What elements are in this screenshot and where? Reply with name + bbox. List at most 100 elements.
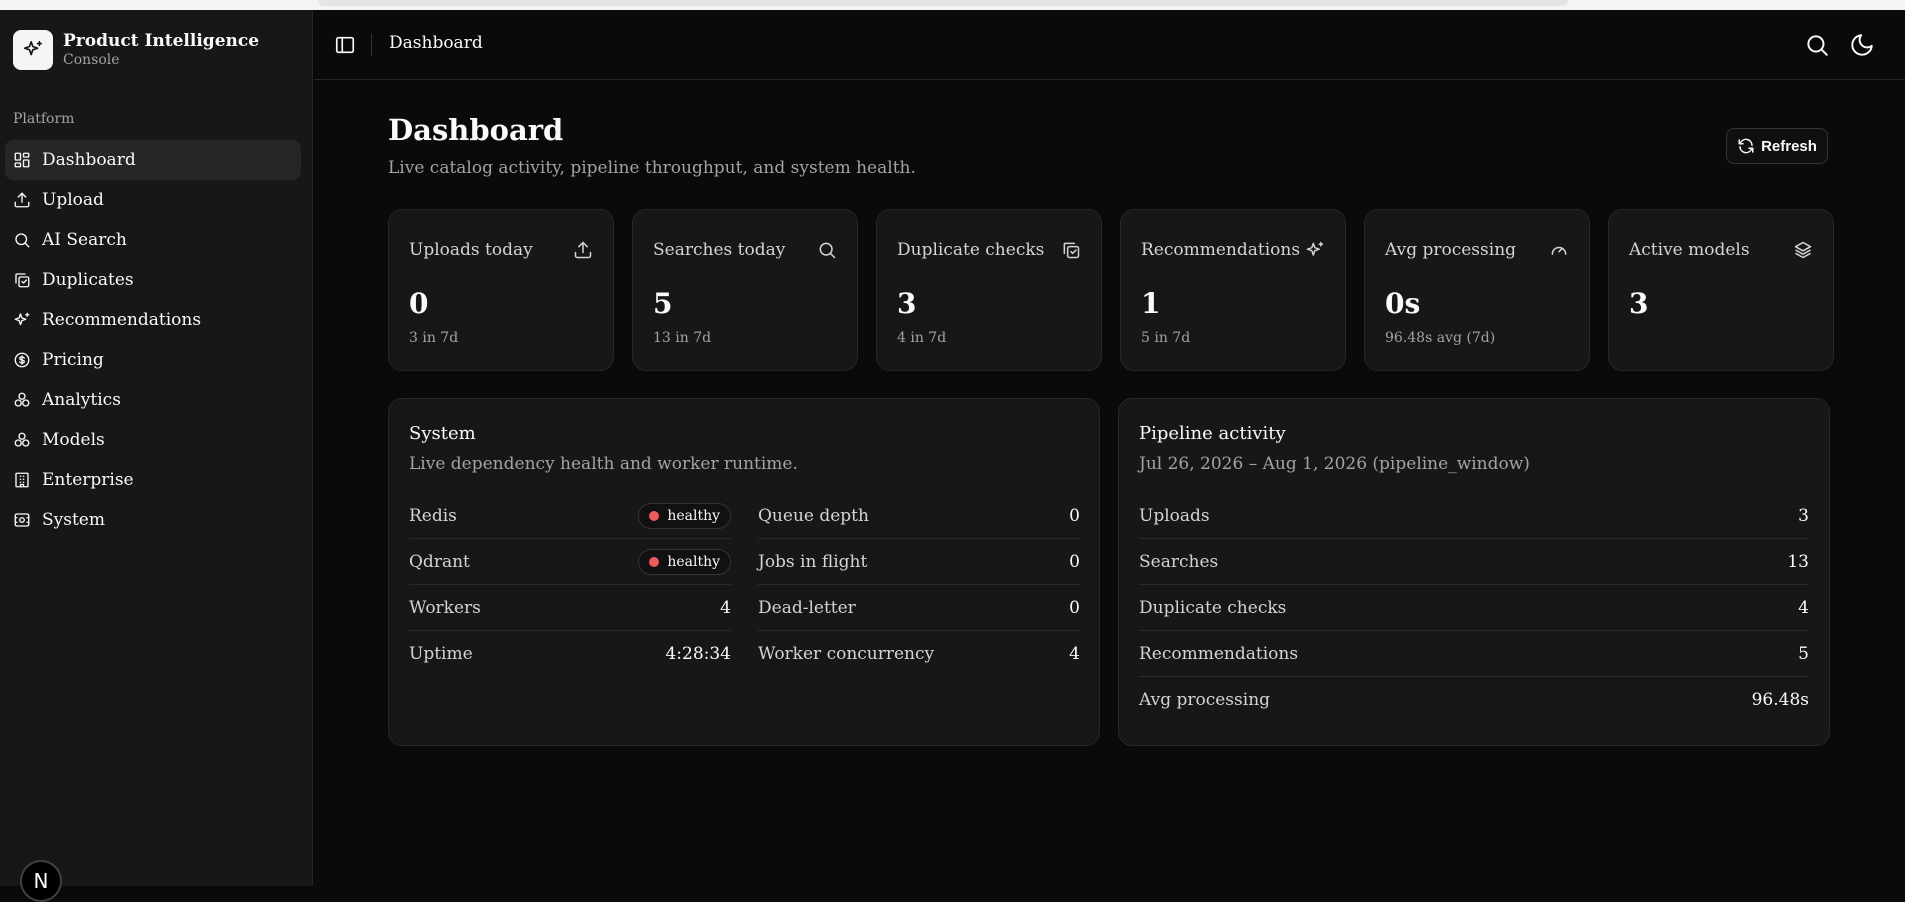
stat-label: Recommendations [1141,240,1301,260]
page-title: Dashboard [388,113,564,147]
sparkles-icon [1306,241,1324,256]
kv-row-jobs-in-flight: Jobs in flight 0 [758,539,1080,585]
sidebar-item-upload[interactable]: Upload [5,180,301,220]
stat-label: Active models [1629,240,1750,260]
sidebar-item-recommendations[interactable]: Recommendations [5,300,301,340]
system-health-list: Redis healthy Qdrant healthy Workers 4 U… [409,493,731,677]
building-icon [15,472,29,488]
kv-row-recommendations: Recommendations 5 [1139,631,1809,677]
sidebar-item-label: AI Search [42,230,127,250]
dev-indicator-badge[interactable]: N [20,860,62,902]
sidebar-section-label: Platform [13,111,75,127]
app-title: Product Intelligence [63,31,260,51]
search-icon [15,233,30,248]
panel-title: System [409,423,476,444]
sidebar-item-label: Recommendations [42,310,202,330]
kv-value: 0 [1069,551,1080,572]
duplicates-icon [1063,242,1080,259]
models-icon [14,432,30,447]
stats-row: Uploads today 0 3 in 7d Searches today 5… [388,209,1834,371]
kv-value: 13 [1787,551,1809,572]
stat-value: 0 [409,287,429,320]
analytics-icon [14,392,30,407]
search-icon[interactable] [1804,32,1830,58]
stat-value: 3 [1629,287,1649,320]
stat-sub: 5 in 7d [1141,330,1191,346]
status-dot [649,556,660,567]
pipeline-activity-panel: Pipeline activity Jul 26, 2026 – Aug 1, … [1118,398,1830,746]
kv-key: Qdrant [409,551,470,572]
sidebar-nav: Dashboard Upload AI Search Duplicates Re… [5,140,301,540]
sidebar-item-dashboard[interactable]: Dashboard [5,140,301,180]
sidebar-item-pricing[interactable]: Pricing [5,340,301,380]
kv-key: Redis [409,505,457,526]
breadcrumb: Dashboard [389,33,483,53]
status-text: healthy [667,553,720,570]
sparkles-icon [14,312,30,326]
sidebar-toggle-icon[interactable] [334,34,356,56]
status-badge: healthy [638,502,731,529]
kv-row-avg-processing: Avg processing 96.48s [1139,677,1809,723]
top-header: Dashboard [314,10,1905,80]
theme-toggle-moon-icon[interactable] [1849,32,1875,58]
kv-value: 0 [1069,597,1080,618]
kv-key: Recommendations [1139,643,1299,664]
sidebar-item-system[interactable]: System [5,500,301,540]
search-icon [819,242,836,259]
stat-label: Searches today [653,240,786,260]
page-subtitle: Live catalog activity, pipeline throughp… [388,158,916,178]
stat-sub: 3 in 7d [409,330,459,346]
kv-value: 4:28:34 [665,644,731,664]
app-subtitle: Console [63,52,120,68]
sidebar-item-enterprise[interactable]: Enterprise [5,460,301,500]
stat-sub: 96.48s avg (7d) [1385,330,1496,346]
stat-value: 5 [653,287,673,320]
sidebar-item-label: Dashboard [42,150,136,170]
sidebar-item-duplicates[interactable]: Duplicates [5,260,301,300]
status-text: healthy [667,507,720,524]
stat-card-active-models: Active models 3 [1608,209,1834,371]
refresh-icon [1738,138,1754,154]
stat-label: Avg processing [1385,240,1517,260]
stat-value: 1 [1141,287,1161,320]
browser-tab-bar [318,0,1568,6]
sidebar-item-label: Duplicates [42,270,134,290]
kv-key: Avg processing [1139,690,1271,710]
kv-row-searches: Searches 13 [1139,539,1809,585]
dollar-icon [14,352,30,368]
kv-key: Dead-letter [758,597,856,618]
kv-key: Searches [1139,551,1219,572]
stat-card-duplicate-checks: Duplicate checks 3 4 in 7d [876,209,1102,371]
kv-value: 4 [1798,597,1809,618]
kv-row-workers: Workers 4 [409,585,731,631]
kv-value: 3 [1798,505,1809,526]
layers-icon [1794,241,1812,259]
stat-card-avg-processing: Avg processing 0s 96.48s avg (7d) [1364,209,1590,371]
kv-row-uptime: Uptime 4:28:34 [409,631,731,677]
sidebar-item-analytics[interactable]: Analytics [5,380,301,420]
kv-value: 5 [1798,643,1809,664]
duplicates-icon [15,273,30,288]
kv-value: 4 [720,597,731,618]
refresh-button[interactable]: Refresh [1726,128,1828,164]
dashboard-icon [14,152,30,168]
stat-label: Uploads today [409,240,533,260]
stat-value: 0s [1385,287,1421,320]
brand[interactable]: Product Intelligence Console [13,30,259,70]
kv-value: 4 [1069,644,1080,664]
sidebar-item-ai-search[interactable]: AI Search [5,220,301,260]
kv-row-uploads: Uploads 3 [1139,493,1809,539]
sidebar-item-models[interactable]: Models [5,420,301,460]
kv-key: Queue depth [758,505,869,526]
kv-row-duplicate-checks: Duplicate checks 4 [1139,585,1809,631]
browser-top-strip [0,0,1905,10]
upload-icon [14,192,30,208]
panel-title: Pipeline activity [1139,423,1286,444]
main-content: Dashboard Live catalog activity, pipelin… [388,112,1834,746]
kv-key: Worker concurrency [758,644,935,664]
status-dot [649,510,660,521]
upload-icon [574,241,592,259]
gauge-icon [1551,246,1567,255]
kv-row-queue-depth: Queue depth 0 [758,493,1080,539]
status-badge: healthy [638,548,731,575]
